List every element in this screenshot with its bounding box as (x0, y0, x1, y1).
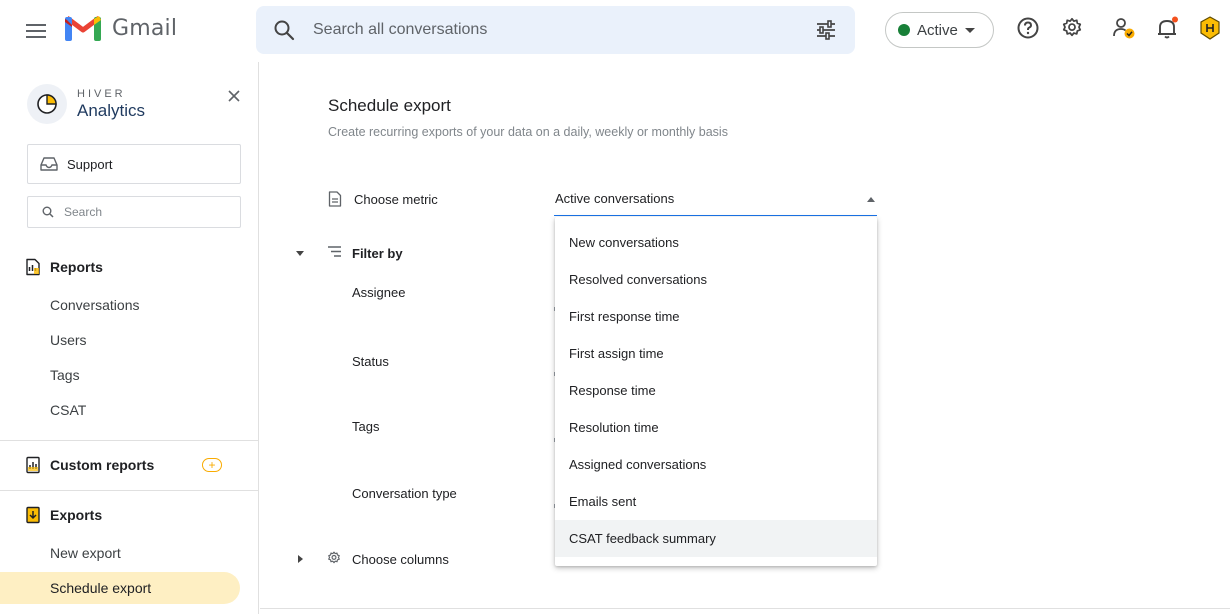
nav-item-schedule-export[interactable]: Schedule export (50, 580, 151, 596)
tune-icon[interactable] (814, 18, 838, 42)
hiver-analytics-brand: HIVER Analytics (27, 84, 145, 124)
gear-icon[interactable] (1060, 16, 1084, 40)
search-icon (42, 206, 54, 218)
help-icon[interactable] (1016, 16, 1040, 40)
choose-metric-label: Choose metric (354, 192, 438, 207)
dropdown-option[interactable]: First response time (555, 298, 877, 335)
inbox-icon (40, 157, 58, 171)
section-custom-reports-label: Custom reports (50, 457, 155, 473)
status-selector[interactable]: Active (885, 12, 994, 48)
search-input[interactable] (313, 18, 793, 42)
expand-columns-icon[interactable] (298, 555, 303, 563)
nav-item-new-export[interactable]: New export (50, 545, 121, 561)
section-reports[interactable]: Reports (24, 258, 103, 276)
sidebar: HIVER Analytics Support Reports Conversa… (0, 62, 259, 614)
divider (260, 608, 1230, 609)
filter-by-label: Filter by (352, 246, 403, 261)
dropdown-option[interactable]: Resolved conversations (555, 261, 877, 298)
gmail-m-icon (65, 16, 101, 41)
person-status-icon[interactable] (1112, 16, 1136, 40)
collapse-filter-icon[interactable] (296, 251, 304, 256)
bell-icon[interactable] (1155, 16, 1179, 40)
nav-item-tags[interactable]: Tags (50, 367, 80, 383)
dropdown-option[interactable]: First assign time (555, 335, 877, 372)
dropdown-option[interactable]: Response time (555, 372, 877, 409)
filter-assignee-label: Assignee (352, 285, 406, 300)
search-icon[interactable] (272, 18, 296, 42)
app-name: Gmail (112, 15, 178, 41)
filter-tags-label: Tags (352, 419, 380, 434)
menu-icon[interactable] (18, 13, 54, 49)
dropdown-option[interactable]: Resolution time (555, 409, 877, 446)
metric-dropdown-menu: New conversations Resolved conversations… (555, 217, 877, 566)
chevron-down-icon (964, 27, 975, 33)
metric-select[interactable]: Active conversations (554, 188, 877, 216)
top-bar: Gmail Active (0, 0, 1230, 62)
dropdown-option[interactable]: Assigned conversations (555, 446, 877, 483)
brand-top: HIVER (77, 87, 126, 100)
report-icon (26, 258, 40, 276)
gear-icon (328, 551, 340, 564)
divider (0, 490, 259, 491)
search-bar[interactable] (256, 6, 855, 54)
dropdown-option[interactable]: Emails sent (555, 483, 877, 520)
add-custom-report-button[interactable]: + (202, 458, 222, 472)
section-custom-reports[interactable]: Custom reports (24, 456, 154, 474)
main-content: Schedule export Create recurring exports… (260, 62, 1230, 614)
metric-select-value: Active conversations (555, 191, 675, 206)
sidebar-search[interactable] (27, 196, 241, 228)
filter-status-label: Status (352, 354, 389, 369)
nav-item-csat[interactable]: CSAT (50, 402, 86, 418)
inbox-label: Support (67, 156, 113, 172)
nav-item-users[interactable]: Users (50, 332, 87, 348)
filter-conversation-type-label: Conversation type (352, 486, 457, 501)
status-dot (898, 24, 910, 36)
close-icon[interactable] (226, 88, 242, 104)
divider (0, 440, 259, 441)
document-icon (328, 191, 342, 207)
chevron-up-icon (867, 197, 875, 202)
sidebar-search-input[interactable] (64, 205, 224, 219)
dropdown-option[interactable]: New conversations (555, 224, 877, 261)
choose-columns-label: Choose columns (352, 552, 449, 567)
export-icon (26, 506, 40, 524)
section-reports-label: Reports (50, 259, 103, 275)
page-subtitle: Create recurring exports of your data on… (328, 125, 728, 139)
gmail-logo[interactable]: Gmail (64, 14, 177, 42)
pie-chart-icon (27, 84, 67, 124)
status-label: Active (917, 21, 958, 39)
nav-item-conversations[interactable]: Conversations (50, 297, 140, 313)
custom-report-icon (26, 456, 40, 474)
dropdown-option-hovered[interactable]: CSAT feedback summary (555, 520, 877, 557)
brand-bottom: Analytics (77, 100, 146, 120)
inbox-selector[interactable]: Support (27, 144, 241, 184)
filter-icon (328, 246, 341, 257)
section-exports[interactable]: Exports (24, 506, 102, 524)
hiver-extension-icon[interactable] (1198, 16, 1222, 40)
page-title: Schedule export (328, 96, 451, 115)
section-exports-label: Exports (50, 507, 103, 523)
